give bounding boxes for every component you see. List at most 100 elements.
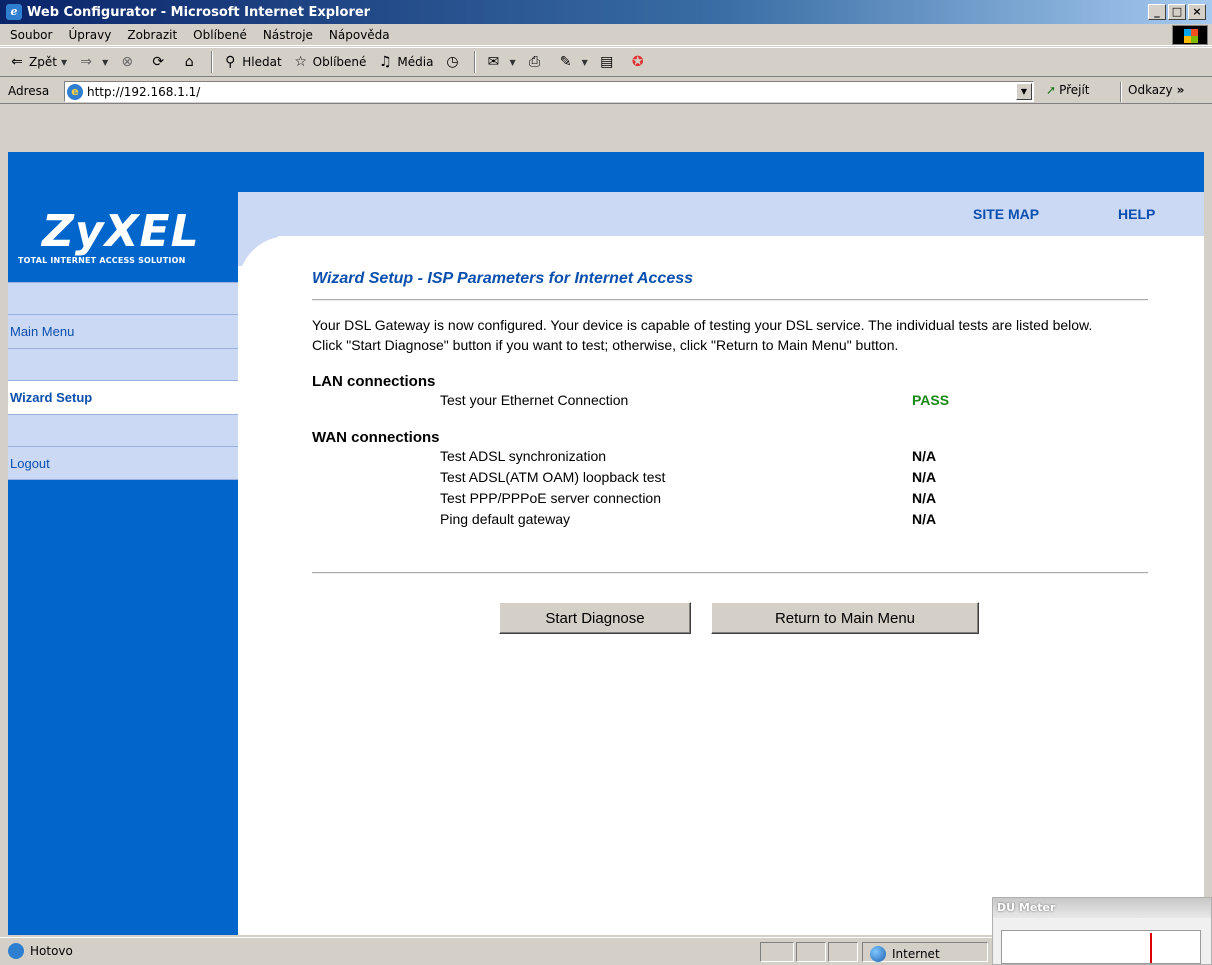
nav-spacer bbox=[8, 414, 238, 446]
logo-tagline: TOTAL INTERNET ACCESS SOLUTION bbox=[18, 256, 186, 265]
maximize-button[interactable]: □ bbox=[1168, 4, 1186, 20]
discuss-icon: ▤ bbox=[600, 54, 614, 70]
du-meter-widget[interactable]: DU Meter bbox=[992, 897, 1212, 965]
test-label: Test your Ethernet Connection bbox=[440, 392, 629, 408]
page-title: Wizard Setup - ISP Parameters for Intern… bbox=[312, 270, 694, 287]
page-icon: e bbox=[67, 83, 83, 100]
window-title: Web Configurator - Microsoft Internet Ex… bbox=[27, 4, 371, 20]
test-row: Test PPP/PPPoE server connection N/A bbox=[312, 488, 1148, 509]
print-button[interactable]: ⎙ bbox=[526, 53, 547, 71]
button-row: Start Diagnose Return to Main Menu bbox=[312, 602, 1148, 634]
du-meter-title: DU Meter bbox=[993, 898, 1211, 918]
dropdown-arrow-icon: ▼ bbox=[581, 57, 588, 67]
menu-favorites[interactable]: Oblíbené bbox=[185, 28, 255, 42]
address-label: Adresa bbox=[8, 83, 50, 98]
test-result: N/A bbox=[912, 448, 937, 464]
divider bbox=[312, 299, 1148, 301]
search-icon: ⚲ bbox=[225, 54, 236, 70]
toolbar: ⇐ Zpět ▼ ⇒ ▼ ⊗ ⟳ ⌂ ⚲ Hledat ☆ Oblíbené ♫… bbox=[0, 47, 1212, 77]
address-dropdown-button[interactable]: ▼ bbox=[1016, 83, 1032, 100]
main-content: Wizard Setup - ISP Parameters for Intern… bbox=[312, 270, 1148, 634]
window-titlebar: e Web Configurator - Microsoft Internet … bbox=[0, 0, 1212, 24]
toolbar-separator bbox=[211, 51, 214, 73]
media-icon: ♫ bbox=[379, 54, 392, 70]
favorites-icon: ☆ bbox=[294, 54, 307, 70]
search-button[interactable]: ⚲ Hledat bbox=[221, 53, 282, 71]
favorites-label: Oblíbené bbox=[312, 55, 367, 69]
help-link[interactable]: HELP bbox=[1118, 206, 1155, 222]
back-label: Zpět bbox=[29, 55, 57, 69]
dropdown-arrow-icon: ▼ bbox=[102, 57, 109, 67]
test-row: Test ADSL synchronization N/A bbox=[312, 446, 1148, 467]
zyxel-logo: ZyXEL TOTAL INTERNET ACCESS SOLUTION bbox=[8, 192, 238, 282]
menu-file[interactable]: Soubor bbox=[0, 28, 60, 42]
home-button[interactable]: ⌂ bbox=[180, 53, 201, 71]
menu-edit[interactable]: Úpravy bbox=[60, 28, 119, 42]
minimize-button[interactable]: _ bbox=[1148, 4, 1166, 20]
address-bar: Adresa e http://192.168.1.1/ ▼ ➚ Přejít … bbox=[0, 78, 1212, 104]
stop-button[interactable]: ⊗ bbox=[118, 53, 139, 71]
page-viewport: ZyXEL TOTAL INTERNET ACCESS SOLUTION SIT… bbox=[8, 152, 1204, 935]
test-label: Test ADSL synchronization bbox=[440, 448, 607, 464]
test-label: Ping default gateway bbox=[440, 511, 570, 527]
sidebar-item-logout[interactable]: Logout bbox=[8, 446, 238, 480]
back-button[interactable]: ⇐ Zpět ▼ bbox=[8, 53, 67, 71]
mail-button[interactable]: ✉ ▼ bbox=[484, 53, 516, 71]
status-panel bbox=[760, 942, 794, 962]
return-to-main-menu-button[interactable]: Return to Main Menu bbox=[711, 602, 979, 634]
test-result: N/A bbox=[912, 469, 937, 485]
sidebar-item-wizard-setup[interactable]: Wizard Setup bbox=[8, 380, 238, 414]
home-icon: ⌂ bbox=[184, 54, 194, 70]
close-button[interactable]: × bbox=[1188, 4, 1206, 20]
edit-icon: ✎ bbox=[559, 54, 572, 70]
top-banner bbox=[238, 152, 1204, 192]
status-panel bbox=[828, 942, 858, 962]
media-button[interactable]: ♫ Média bbox=[376, 53, 433, 71]
menu-help[interactable]: Nápověda bbox=[321, 28, 398, 42]
test-label: Test ADSL(ATM OAM) loopback test bbox=[440, 469, 666, 485]
history-button[interactable]: ◷ bbox=[443, 53, 464, 71]
site-map-link[interactable]: SITE MAP bbox=[973, 206, 1039, 222]
lan-section-title: LAN connections bbox=[312, 373, 436, 390]
windows-logo-icon bbox=[1172, 25, 1208, 45]
test-row: Ping default gateway N/A bbox=[312, 509, 1148, 530]
go-button[interactable]: ➚ Přejít bbox=[1046, 83, 1090, 97]
status-text: Hotovo bbox=[30, 944, 73, 958]
refresh-button[interactable]: ⟳ bbox=[149, 53, 170, 71]
logo-brand: ZyXEL bbox=[42, 206, 200, 257]
favorites-button[interactable]: ☆ Oblíbené bbox=[292, 53, 367, 71]
traffic-spike bbox=[1150, 933, 1152, 963]
edit-button[interactable]: ✎ ▼ bbox=[557, 53, 588, 71]
nav-spacer bbox=[8, 348, 238, 380]
print-icon: ⎙ bbox=[528, 54, 541, 70]
stop-icon: ⊗ bbox=[121, 54, 134, 70]
dropdown-arrow-icon: ▼ bbox=[60, 57, 68, 67]
page-done-icon bbox=[8, 943, 24, 959]
messenger-icon: ✪ bbox=[631, 54, 644, 70]
sidebar-nav: Main Menu Wizard Setup Logout bbox=[8, 282, 238, 480]
search-label: Hledat bbox=[242, 55, 282, 69]
history-icon: ◷ bbox=[446, 54, 459, 70]
sidebar-item-main-menu[interactable]: Main Menu bbox=[8, 314, 238, 348]
globe-icon bbox=[870, 946, 886, 962]
forward-arrow-icon: ⇒ bbox=[80, 54, 92, 70]
discuss-button[interactable]: ▤ bbox=[598, 53, 619, 71]
menu-view[interactable]: Zobrazit bbox=[119, 28, 185, 42]
start-diagnose-button[interactable]: Start Diagnose bbox=[499, 602, 691, 634]
back-arrow-icon: ⇐ bbox=[11, 54, 23, 70]
divider bbox=[312, 572, 1148, 574]
address-separator bbox=[1120, 82, 1122, 102]
address-input[interactable]: e http://192.168.1.1/ ▼ bbox=[64, 81, 1034, 102]
nav-spacer bbox=[8, 282, 238, 314]
menu-tools[interactable]: Nástroje bbox=[255, 28, 321, 42]
links-button[interactable]: Odkazy» bbox=[1128, 83, 1184, 97]
media-label: Média bbox=[397, 55, 434, 69]
go-arrow-icon: ➚ bbox=[1046, 83, 1057, 97]
dropdown-arrow-icon: ▼ bbox=[509, 57, 516, 67]
intro-text: Your DSL Gateway is now configured. Your… bbox=[312, 317, 1093, 353]
refresh-icon: ⟳ bbox=[152, 54, 165, 70]
forward-button[interactable]: ⇒ ▼ bbox=[77, 53, 108, 71]
status-panel bbox=[796, 942, 826, 962]
messenger-button[interactable]: ✪ bbox=[629, 53, 650, 71]
header-strip: SITE MAP HELP bbox=[238, 192, 1204, 236]
